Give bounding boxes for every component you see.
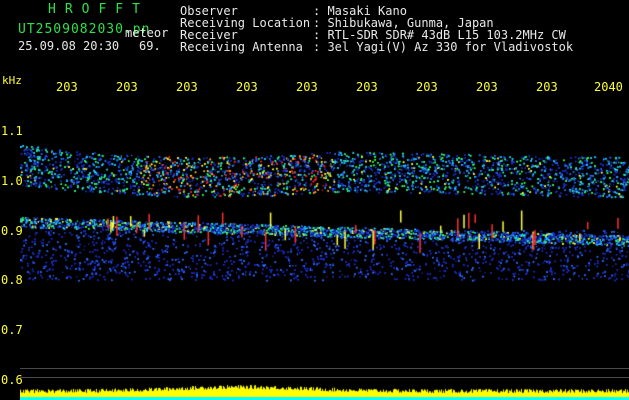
- time-tick: 203: [356, 80, 378, 94]
- time-tick: 203: [236, 80, 258, 94]
- time-tick: 203: [416, 80, 438, 94]
- time-tick: 2040: [594, 80, 623, 94]
- time-tick: 203: [116, 80, 138, 94]
- time-tick: 203: [296, 80, 318, 94]
- grid-line: [20, 368, 629, 369]
- time-tick: 203: [176, 80, 198, 94]
- mode-label: meteor: [125, 26, 169, 40]
- time-tick: 203: [476, 80, 498, 94]
- time-tick: 203: [536, 80, 558, 94]
- time-tick: 203: [56, 80, 78, 94]
- spectrogram-plot: [20, 95, 629, 380]
- value-antenna: : 3el Yagi(V) Az 330 for Vladivostok: [313, 40, 574, 54]
- grid-line: [20, 377, 629, 378]
- meteor-count: 69.: [139, 39, 161, 53]
- app-title: HROFFT: [48, 2, 149, 17]
- freq-unit-label: kHz: [2, 74, 22, 87]
- label-antenna: Receiving Antenna: [180, 40, 303, 54]
- signal-strength-strip: [20, 380, 629, 400]
- date-time: 25.09.08 20:30: [18, 39, 120, 53]
